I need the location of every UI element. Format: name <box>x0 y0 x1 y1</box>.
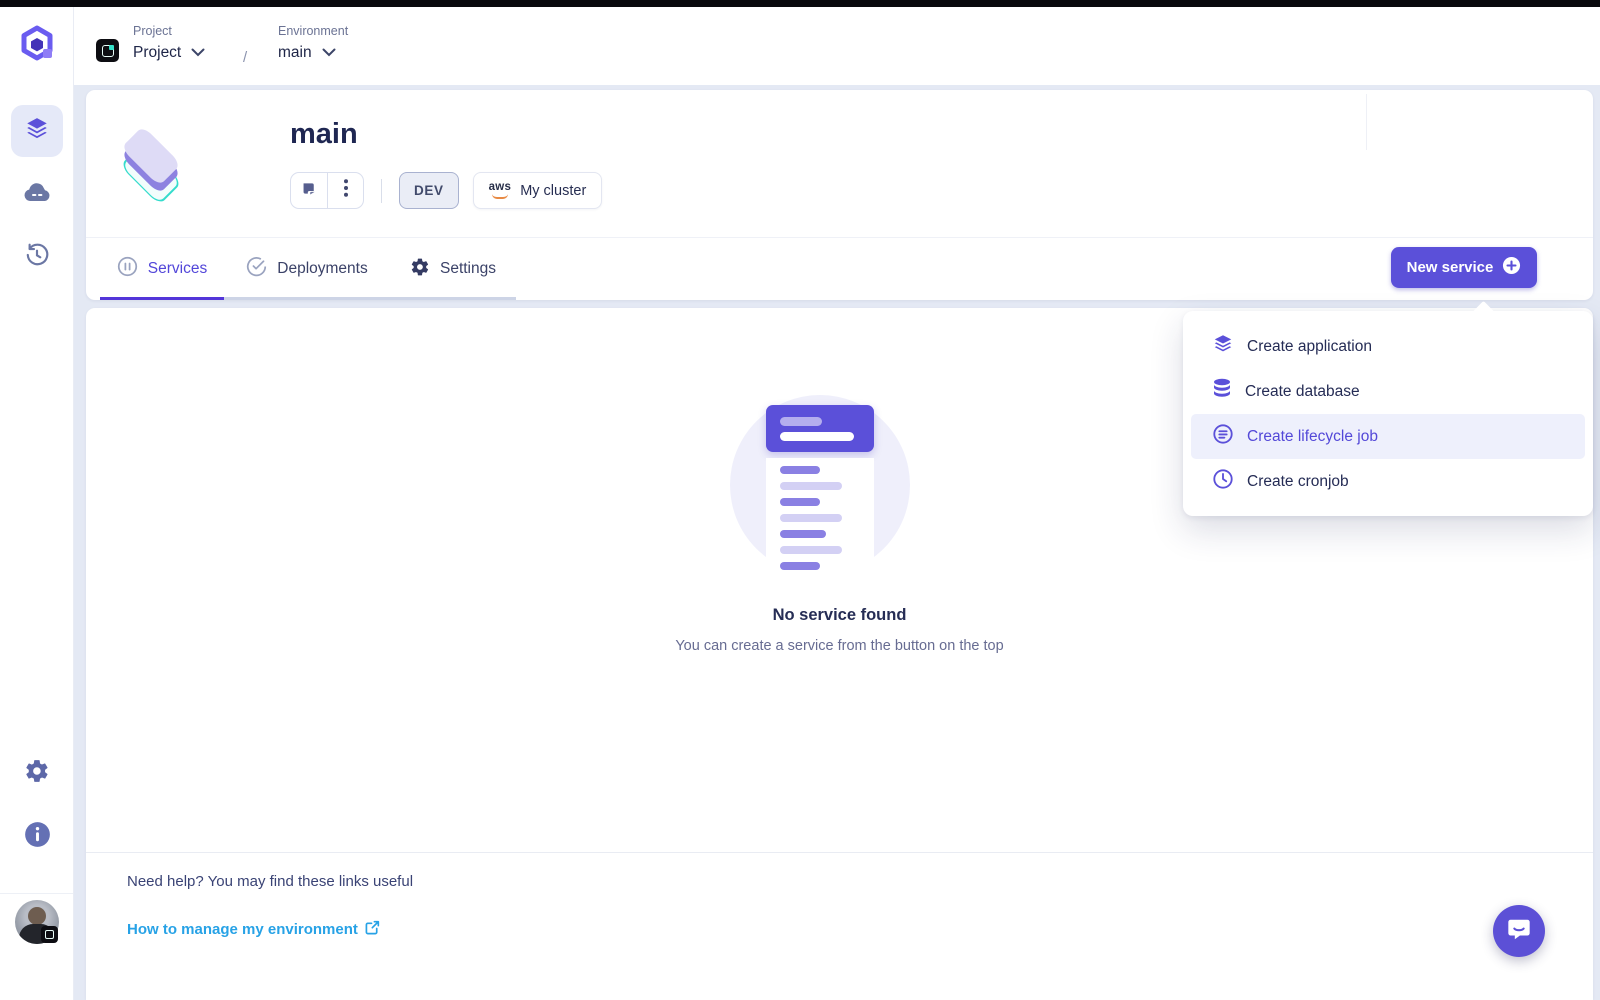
terminal-icon <box>301 180 318 202</box>
chevron-down-icon <box>191 44 205 62</box>
sidebar-item-audit-logs[interactable] <box>11 231 63 283</box>
help-link[interactable]: How to manage my environment <box>127 920 380 939</box>
tab-label: Services <box>148 260 207 278</box>
pause-circle-icon <box>117 256 138 282</box>
tab-indicator <box>390 297 516 300</box>
gear-icon <box>410 257 430 282</box>
tab-indicator <box>224 297 390 300</box>
layers-icon <box>24 116 50 147</box>
top-bar: Project Project / Environment main <box>0 7 1600 85</box>
header-vertical-divider <box>381 179 382 203</box>
tabs-actions-divider <box>1366 94 1367 150</box>
chat-bubble-icon <box>1506 916 1532 947</box>
clock-icon <box>1212 468 1234 495</box>
sidebar-item-settings[interactable] <box>11 747 63 799</box>
more-actions-button[interactable] <box>327 173 363 208</box>
project-avatar[interactable] <box>96 39 119 62</box>
sidebar-divider <box>0 893 73 894</box>
sidebar-item-info[interactable] <box>11 811 63 863</box>
environment-value: main <box>278 44 312 62</box>
tab-label: Settings <box>440 260 496 278</box>
clone-environment-button[interactable] <box>291 173 327 208</box>
menu-item-create-application[interactable]: Create application <box>1191 324 1585 369</box>
chevron-down-icon <box>322 44 336 62</box>
breadcrumb-separator: / <box>243 49 247 66</box>
lifecycle-icon <box>1212 423 1234 450</box>
info-icon <box>24 821 51 853</box>
breadcrumb-project: Project Project <box>133 7 205 85</box>
new-service-dropdown: Create application Create database Creat… <box>1183 311 1593 516</box>
environment-selector[interactable]: main <box>278 44 348 62</box>
tab-settings[interactable]: Settings <box>390 238 516 300</box>
menu-item-label: Create lifecycle job <box>1247 428 1378 446</box>
new-service-label: New service <box>1407 259 1494 276</box>
menu-item-create-database[interactable]: Create database <box>1191 369 1585 414</box>
cloud-icon <box>23 181 51 208</box>
gear-icon <box>24 758 50 789</box>
app-logo[interactable] <box>0 7 74 85</box>
sidebar-item-clusters[interactable] <box>11 168 63 220</box>
chat-launcher-button[interactable] <box>1493 905 1545 957</box>
menu-item-create-cronjob[interactable]: Create cronjob <box>1191 459 1585 504</box>
environment-label: Environment <box>278 24 348 38</box>
external-link-icon <box>365 920 380 939</box>
project-avatar-glyph <box>102 45 114 57</box>
qovery-logo-icon <box>17 24 57 69</box>
environment-mode-badge: DEV <box>399 172 459 209</box>
header-controls: DEV aws My cluster <box>290 172 602 209</box>
new-service-button[interactable]: New service <box>1391 247 1537 288</box>
tab-services[interactable]: Services <box>100 238 224 300</box>
environment-cube-illustration <box>112 112 190 213</box>
top-black-strip <box>0 0 1600 7</box>
avatar-head <box>28 907 46 925</box>
empty-state-doc-header <box>766 405 874 452</box>
header-icon-group <box>290 172 364 209</box>
aws-logo-icon: aws <box>489 182 512 199</box>
project-label: Project <box>133 24 205 38</box>
menu-item-label: Create database <box>1245 383 1360 401</box>
layers-icon <box>1212 333 1234 360</box>
left-sidebar <box>0 85 74 1000</box>
project-value: Project <box>133 44 181 62</box>
cluster-chip[interactable]: aws My cluster <box>473 172 603 209</box>
database-icon <box>1212 378 1232 405</box>
empty-state-title: No service found <box>86 606 1593 625</box>
footer-divider <box>86 852 1593 853</box>
empty-state-doc-list <box>766 458 874 576</box>
menu-item-label: Create cronjob <box>1247 473 1349 491</box>
page-title: main <box>290 118 358 151</box>
sidebar-item-environments[interactable] <box>11 105 63 157</box>
breadcrumb-environment: Environment main <box>278 7 348 85</box>
tab-deployments[interactable]: Deployments <box>224 238 390 300</box>
menu-item-create-lifecycle-job[interactable]: Create lifecycle job <box>1191 414 1585 459</box>
avatar-org-badge <box>41 926 58 943</box>
tab-label: Deployments <box>277 260 367 278</box>
plus-circle-icon <box>1502 256 1521 279</box>
history-icon <box>24 242 50 273</box>
help-text: Need help? You may find these links usef… <box>127 873 413 890</box>
kebab-menu-icon <box>344 179 348 202</box>
menu-item-label: Create application <box>1247 338 1372 356</box>
check-circle-icon <box>246 256 267 282</box>
tab-active-indicator <box>100 297 224 300</box>
dropdown-arrow <box>1473 301 1494 322</box>
cluster-name: My cluster <box>520 183 586 199</box>
project-selector[interactable]: Project <box>133 44 205 62</box>
tabs: Services Deployments Settings <box>100 238 516 300</box>
help-link-label: How to manage my environment <box>127 921 358 938</box>
empty-state-subtitle: You can create a service from the button… <box>86 638 1593 654</box>
environment-header-card: main DEV a <box>86 90 1593 300</box>
